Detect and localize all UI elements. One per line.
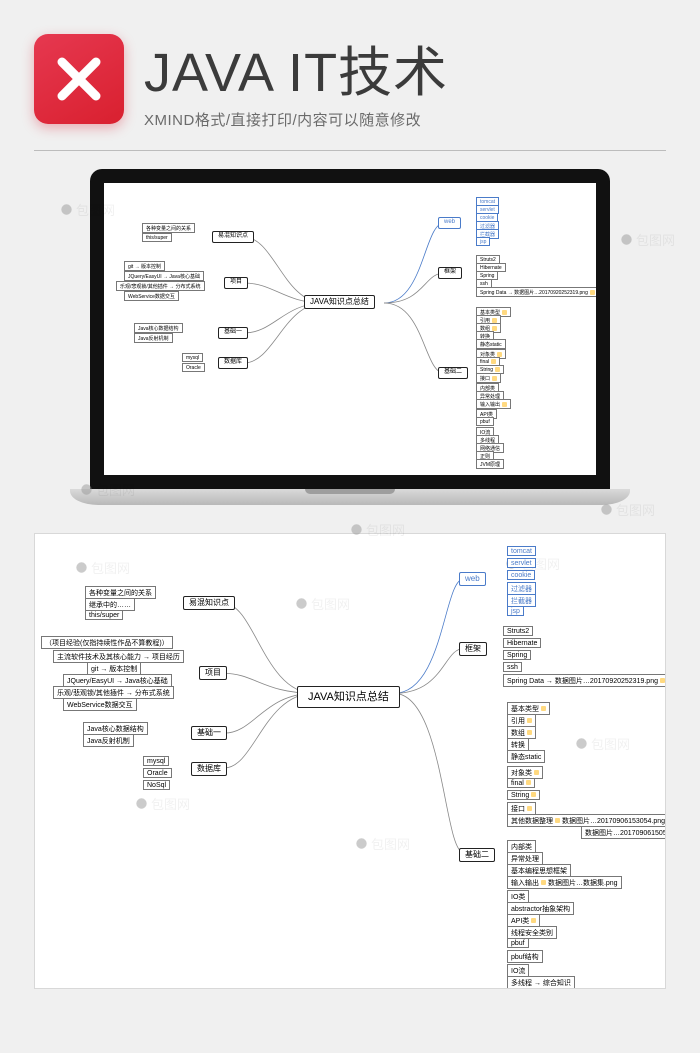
leaf: Hibernate	[503, 638, 541, 648]
laptop-screen: JAVA知识点总结 易混知识点 各种变量之间的关系 this/super 项目 …	[104, 183, 596, 475]
leaf: jsp	[507, 606, 524, 616]
leaf: 数据图片…20170906150525.png	[581, 826, 666, 839]
branch-database: 数据库	[191, 762, 227, 776]
leaf: 接口	[476, 373, 501, 383]
title-block: JAVA IT技术 XMIND格式/直接打印/内容可以随意修改	[144, 28, 666, 130]
leaf: Spring Data → 数据图片…20170920252319.png	[476, 287, 596, 297]
leaf: this/super	[142, 233, 172, 242]
leaf: NoSql	[143, 780, 170, 790]
laptop-base	[70, 489, 630, 505]
leaf: （项目经验(仅指持续性作品不算教程)）	[41, 636, 173, 649]
page-title: JAVA IT技术	[144, 28, 666, 107]
leaf: servlet	[507, 558, 536, 568]
root-node: JAVA知识点总结	[304, 295, 375, 309]
leaf: mysql	[143, 756, 169, 766]
leaf: pbuf结构	[507, 950, 543, 963]
branch-basic2: 基础二	[438, 367, 468, 379]
leaf: Java反射机制	[134, 333, 173, 343]
leaf: WebService数据交互	[124, 291, 179, 301]
leaf: Oracle	[143, 768, 172, 778]
leaf: tomcat	[507, 546, 536, 556]
leaf: 输入输出 数据图片…数据集.png	[507, 876, 622, 889]
attachment-icon	[660, 678, 665, 683]
leaf: Spring Data → 数据图片…20170920252319.png	[503, 674, 666, 687]
leaf: cookie	[507, 570, 535, 580]
branch-database: 数据库	[218, 357, 248, 369]
leaf: Java反射机制	[83, 734, 134, 747]
leaf: Spring	[503, 650, 531, 660]
leaf: 静态static	[476, 339, 506, 349]
leaf: Oracle	[182, 363, 205, 372]
branch-easy-confuse: 易混知识点	[212, 231, 254, 243]
laptop-mockup: JAVA知识点总结 易混知识点 各种变量之间的关系 this/super 项目 …	[0, 169, 700, 505]
mindmap-preview-small: JAVA知识点总结 易混知识点 各种变量之间的关系 this/super 项目 …	[104, 183, 596, 475]
attachment-icon	[590, 290, 595, 295]
leaf: Java核心数据结构	[134, 323, 183, 333]
leaf: this/super	[85, 610, 123, 620]
branch-project: 项目	[224, 277, 248, 289]
page-subtitle: XMIND格式/直接打印/内容可以随意修改	[144, 109, 666, 130]
leaf: git → 版本控制	[124, 261, 165, 271]
mindmap-canvas: JAVA知识点总结 易混知识点 各种变量之间的关系 继承中的…… this/su…	[35, 534, 665, 988]
header-divider	[34, 150, 666, 151]
branch-web: web	[459, 572, 486, 586]
root-node: JAVA知识点总结	[297, 686, 400, 708]
leaf: 输入输出	[476, 399, 511, 409]
leaf: WebService数据交互	[63, 698, 137, 711]
template-header: JAVA IT技术 XMIND格式/直接打印/内容可以随意修改	[0, 0, 700, 150]
leaf: 静态static	[507, 750, 545, 763]
branch-framework: 框架	[438, 267, 462, 279]
leaf: 多线程 → 综合知识	[507, 976, 575, 989]
mindmap-preview-large: JAVA知识点总结 易混知识点 各种变量之间的关系 继承中的…… this/su…	[34, 533, 666, 989]
leaf: JVM原理	[476, 459, 504, 469]
leaf: mysql	[182, 353, 203, 362]
leaf: 乐观/悲观锁/其他插件 → 分布式系统	[116, 281, 205, 291]
leaf: jsp	[476, 237, 490, 246]
branch-project: 项目	[199, 666, 227, 680]
leaf: String	[507, 790, 540, 800]
branch-easy-confuse: 易混知识点	[183, 596, 235, 610]
leaf: pbuf	[507, 938, 529, 948]
branch-basic1: 基础一	[218, 327, 248, 339]
leaf: 各种变量之间的关系	[142, 223, 195, 233]
branch-framework: 框架	[459, 642, 487, 656]
leaf: ssh	[503, 662, 522, 672]
branch-basic1: 基础一	[191, 726, 227, 740]
branch-web: web	[438, 217, 461, 229]
leaf: pbuf	[476, 417, 494, 426]
leaf: JQuery/EasyUI → Java核心基础	[124, 271, 204, 281]
leaf: Struts2	[503, 626, 533, 636]
xmind-logo-icon	[34, 34, 124, 124]
leaf: final	[507, 778, 535, 788]
branch-basic2: 基础二	[459, 848, 495, 862]
laptop-bezel: JAVA知识点总结 易混知识点 各种变量之间的关系 this/super 项目 …	[90, 169, 610, 489]
